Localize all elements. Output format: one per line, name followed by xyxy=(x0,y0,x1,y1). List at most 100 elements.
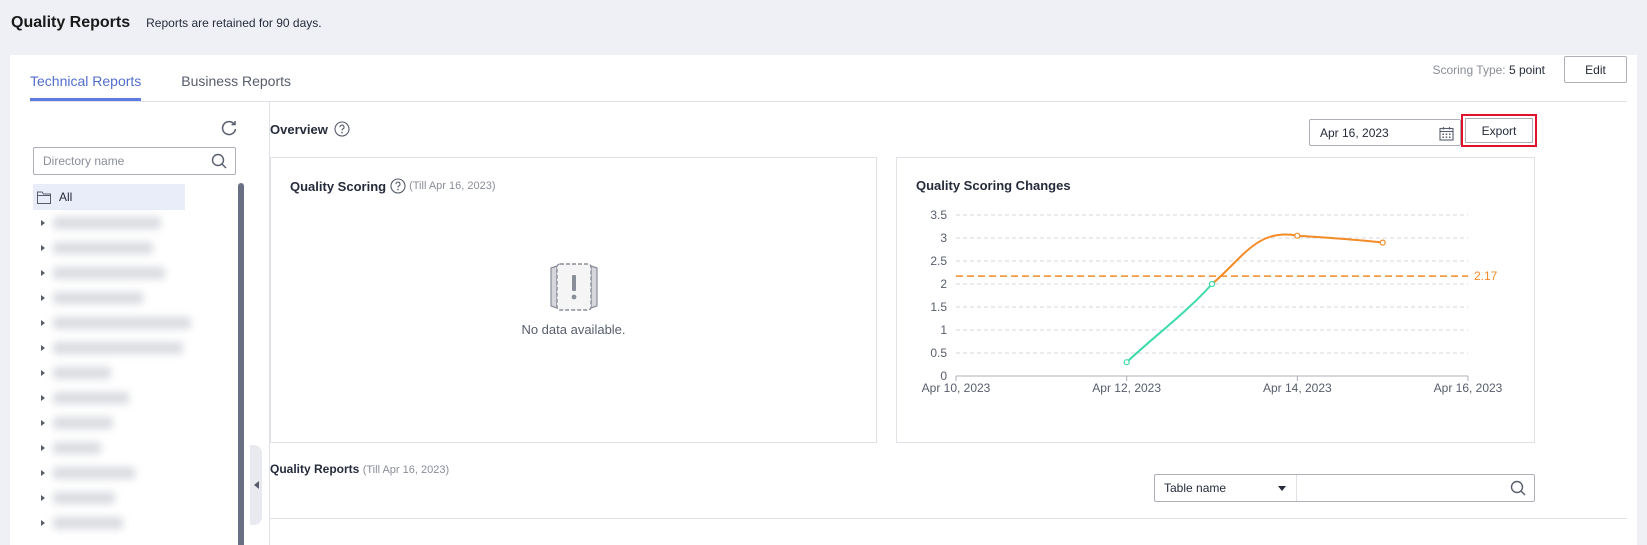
expand-caret-icon[interactable] xyxy=(41,444,45,451)
tree-node[interactable] xyxy=(35,410,195,435)
report-tabs: Technical Reports Business Reports xyxy=(30,55,331,101)
expand-caret-icon[interactable] xyxy=(41,294,45,301)
collapse-panel-handle[interactable] xyxy=(250,445,262,525)
tree-node[interactable] xyxy=(35,260,195,285)
y-tick-label: 3.5 xyxy=(930,208,947,222)
data-point xyxy=(1208,280,1216,288)
y-tick-label: 0.5 xyxy=(930,346,947,360)
line-chart: 00.511.522.533.5Apr 10, 2023 Apr 12, 2023… xyxy=(922,208,1503,395)
expand-caret-icon[interactable] xyxy=(41,469,45,476)
tree-node-label-redacted xyxy=(53,291,143,304)
reference-line-label: 2.17 xyxy=(1474,269,1498,283)
tree-node-label-redacted xyxy=(53,241,153,254)
tree-node-label-redacted xyxy=(53,466,135,479)
quality-scoring-title: Quality Scoring (Till Apr 16, 2023) xyxy=(290,178,496,194)
directory-panel: All xyxy=(30,102,270,545)
y-tick-label: 1 xyxy=(940,323,947,337)
scoring-type-value: 5 point xyxy=(1508,63,1545,77)
tree-node-label-redacted xyxy=(53,366,111,379)
filter-field-value: Table name xyxy=(1164,481,1227,495)
tree-node[interactable] xyxy=(35,385,195,410)
tree-scrollbar[interactable] xyxy=(238,183,244,545)
expand-caret-icon[interactable] xyxy=(41,219,45,226)
filter-field-select[interactable]: Table name xyxy=(1155,475,1297,501)
tree-node-label-redacted xyxy=(53,441,101,454)
quality-scoring-changes-panel: Quality Scoring Changes 0 0.5 1 1.5 2 2.5 3 3.5… xyxy=(896,157,1535,443)
expand-caret-icon[interactable] xyxy=(41,269,45,276)
calendar-icon[interactable] xyxy=(1439,126,1454,141)
x-tick-label: Apr 10, 2023 xyxy=(922,381,991,395)
page-header: Quality Reports Reports are retained for… xyxy=(11,14,322,36)
chevron-left-icon xyxy=(253,481,259,489)
tree-node-label-redacted xyxy=(53,316,191,329)
expand-caret-icon[interactable] xyxy=(41,394,45,401)
tree-root-all[interactable]: All xyxy=(33,184,185,210)
y-tick-label: 2.5 xyxy=(930,254,947,268)
y-tick-label: 3 xyxy=(940,231,947,245)
directory-search xyxy=(33,147,236,175)
tree-node[interactable] xyxy=(35,235,195,260)
edit-button[interactable]: Edit xyxy=(1564,56,1627,83)
overview-title: Overview xyxy=(270,121,350,137)
tree-node[interactable] xyxy=(35,460,195,485)
y-tick-label: 2 xyxy=(940,277,947,291)
date-picker[interactable]: Apr 16, 2023 xyxy=(1309,119,1461,146)
tree-node-label-redacted xyxy=(53,216,161,229)
expand-caret-icon[interactable] xyxy=(41,519,45,526)
expand-caret-icon[interactable] xyxy=(41,494,45,501)
expand-caret-icon[interactable] xyxy=(41,344,45,351)
overview-title-text: Overview xyxy=(270,121,328,137)
table-top-border xyxy=(270,518,1627,519)
scoring-type: Scoring Type: 5 point xyxy=(1432,63,1545,77)
refresh-icon[interactable] xyxy=(219,118,239,138)
x-tick-label: Apr 16, 2023 xyxy=(1434,381,1503,395)
directory-tree xyxy=(35,210,195,535)
directory-search-input[interactable] xyxy=(34,154,199,168)
tree-root-label: All xyxy=(59,190,73,204)
tree-node-label-redacted xyxy=(53,491,115,504)
empty-text: No data available. xyxy=(521,322,626,337)
tree-node[interactable] xyxy=(35,335,195,360)
data-point xyxy=(1294,232,1301,239)
quality-scoring-subtitle: (Till Apr 16, 2023) xyxy=(409,180,496,192)
no-data-icon xyxy=(549,263,598,311)
help-icon[interactable] xyxy=(390,178,406,194)
quality-reports-title: Quality Reports (Till Apr 16, 2023) xyxy=(270,462,449,476)
search-icon[interactable] xyxy=(1510,480,1526,496)
tree-node[interactable] xyxy=(35,360,195,385)
search-icon[interactable] xyxy=(211,153,227,169)
scoring-type-label: Scoring Type: xyxy=(1432,63,1506,77)
tree-node-label-redacted xyxy=(53,416,113,429)
data-point xyxy=(1123,359,1130,366)
data-point xyxy=(1379,239,1386,246)
y-tick-label: 1.5 xyxy=(930,300,947,314)
tab-business-reports[interactable]: Business Reports xyxy=(181,55,291,101)
chevron-down-icon xyxy=(1278,486,1286,491)
x-tick-label: Apr 14, 2023 xyxy=(1263,381,1332,395)
help-icon[interactable] xyxy=(334,121,350,137)
folder-icon xyxy=(37,191,51,204)
reports-card: Technical Reports Business Reports Scori… xyxy=(10,55,1637,545)
expand-caret-icon[interactable] xyxy=(41,244,45,251)
expand-caret-icon[interactable] xyxy=(41,319,45,326)
expand-caret-icon[interactable] xyxy=(41,419,45,426)
tree-node-label-redacted xyxy=(53,391,129,404)
tree-node[interactable] xyxy=(35,210,195,235)
table-filter: Table name xyxy=(1154,474,1535,502)
export-button[interactable]: Export xyxy=(1465,118,1533,143)
x-tick-label: Apr 12, 2023 xyxy=(1092,381,1161,395)
tree-node[interactable] xyxy=(35,510,195,535)
tree-node[interactable] xyxy=(35,310,195,335)
tree-node[interactable] xyxy=(35,485,195,510)
tab-technical-reports[interactable]: Technical Reports xyxy=(30,55,142,101)
tree-node[interactable] xyxy=(35,285,195,310)
quality-reports-subtitle: (Till Apr 16, 2023) xyxy=(362,464,450,476)
table-search-input[interactable] xyxy=(1297,475,1510,501)
export-button-highlight: Export xyxy=(1461,114,1537,147)
quality-scoring-title-text: Quality Scoring xyxy=(290,178,387,194)
expand-caret-icon[interactable] xyxy=(41,369,45,376)
tree-node[interactable] xyxy=(35,435,195,460)
tree-node-label-redacted xyxy=(53,266,165,279)
page-title: Quality Reports xyxy=(11,14,131,31)
date-picker-value: Apr 16, 2023 xyxy=(1320,125,1389,140)
